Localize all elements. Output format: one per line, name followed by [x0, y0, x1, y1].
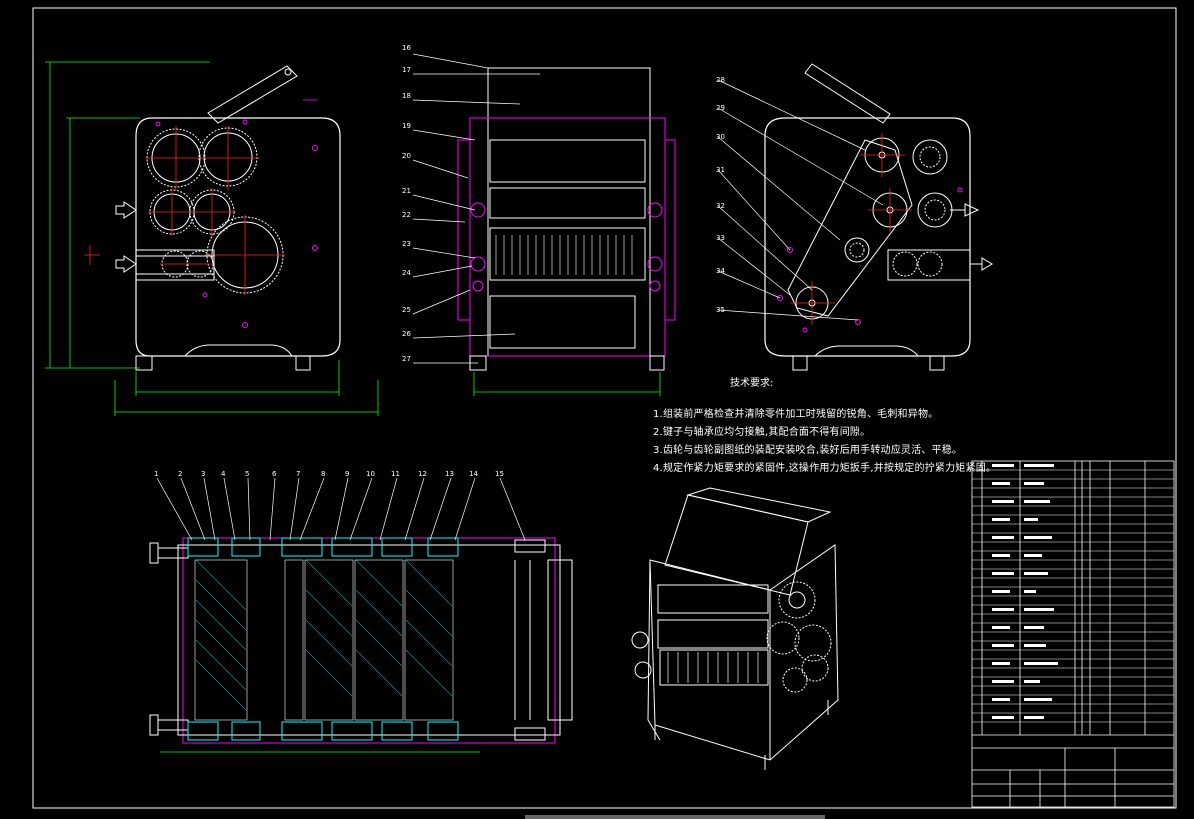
callout-16: 16 — [402, 44, 411, 52]
requirement-1: 1.组装前严格检查并清除零件加工时残留的锐角、毛刺和异物。 — [653, 409, 939, 420]
side-view — [412, 53, 676, 396]
callout-3: 3 — [201, 470, 205, 478]
callout-34: 34 — [716, 267, 725, 275]
callout-33: 33 — [716, 234, 725, 242]
requirement-3: 3.齿轮与齿轮副图纸的装配安装咬合,装好后用手转动应灵活、平稳。 — [653, 445, 963, 456]
callout-23: 23 — [402, 240, 411, 248]
callout-25: 25 — [402, 306, 411, 314]
callout-32: 32 — [716, 202, 725, 210]
front-view — [45, 61, 379, 416]
callout-2: 2 — [178, 470, 182, 478]
callout-20: 20 — [402, 152, 411, 160]
callout-26: 26 — [402, 330, 411, 338]
sheet-border — [32, 7, 1177, 809]
callout-29: 29 — [716, 104, 725, 112]
callout-18: 18 — [402, 92, 411, 100]
engineering-drawing: 16 17 18 19 20 21 22 23 24 25 26 27 28 2… — [32, 7, 1177, 819]
callout-24: 24 — [402, 269, 411, 277]
requirement-2: 2.键子与轴承应均匀接触,其配合面不得有间隙。 — [653, 427, 871, 438]
bom-table — [971, 460, 1175, 808]
bottom-edge-strip — [525, 815, 825, 819]
callout-1: 1 — [154, 470, 158, 478]
rear-view — [717, 63, 993, 371]
callout-35: 35 — [716, 306, 725, 314]
callout-27: 27 — [402, 355, 411, 363]
callout-6: 6 — [272, 470, 277, 478]
section-view — [149, 477, 573, 753]
technical-requirements-title: 技术要求: — [730, 378, 774, 389]
callout-17: 17 — [402, 66, 411, 74]
callout-13: 13 — [445, 470, 454, 478]
callout-8: 8 — [321, 470, 325, 478]
callout-12: 12 — [418, 470, 427, 478]
callouts: 16 17 18 19 20 21 22 23 24 25 26 27 28 2… — [154, 44, 725, 478]
callout-14: 14 — [469, 470, 478, 478]
requirement-4: 4.规定作紧力矩要求的紧固件,这操作用力矩扳手,并按规定的拧紧力矩紧固。 — [653, 463, 997, 474]
callout-5: 5 — [245, 470, 249, 478]
callout-21: 21 — [402, 187, 411, 195]
bom-item-fill — [992, 464, 1058, 719]
callout-9: 9 — [345, 470, 349, 478]
callout-4: 4 — [221, 470, 226, 478]
isometric-view — [631, 487, 839, 770]
callout-15: 15 — [495, 470, 504, 478]
callout-22: 22 — [402, 211, 411, 219]
callout-28: 28 — [716, 76, 725, 84]
callout-11: 11 — [391, 470, 400, 478]
callout-19: 19 — [402, 122, 411, 130]
callout-10: 10 — [366, 470, 375, 478]
callout-30: 30 — [716, 133, 725, 141]
callout-31: 31 — [716, 166, 725, 174]
callout-7: 7 — [296, 470, 300, 478]
